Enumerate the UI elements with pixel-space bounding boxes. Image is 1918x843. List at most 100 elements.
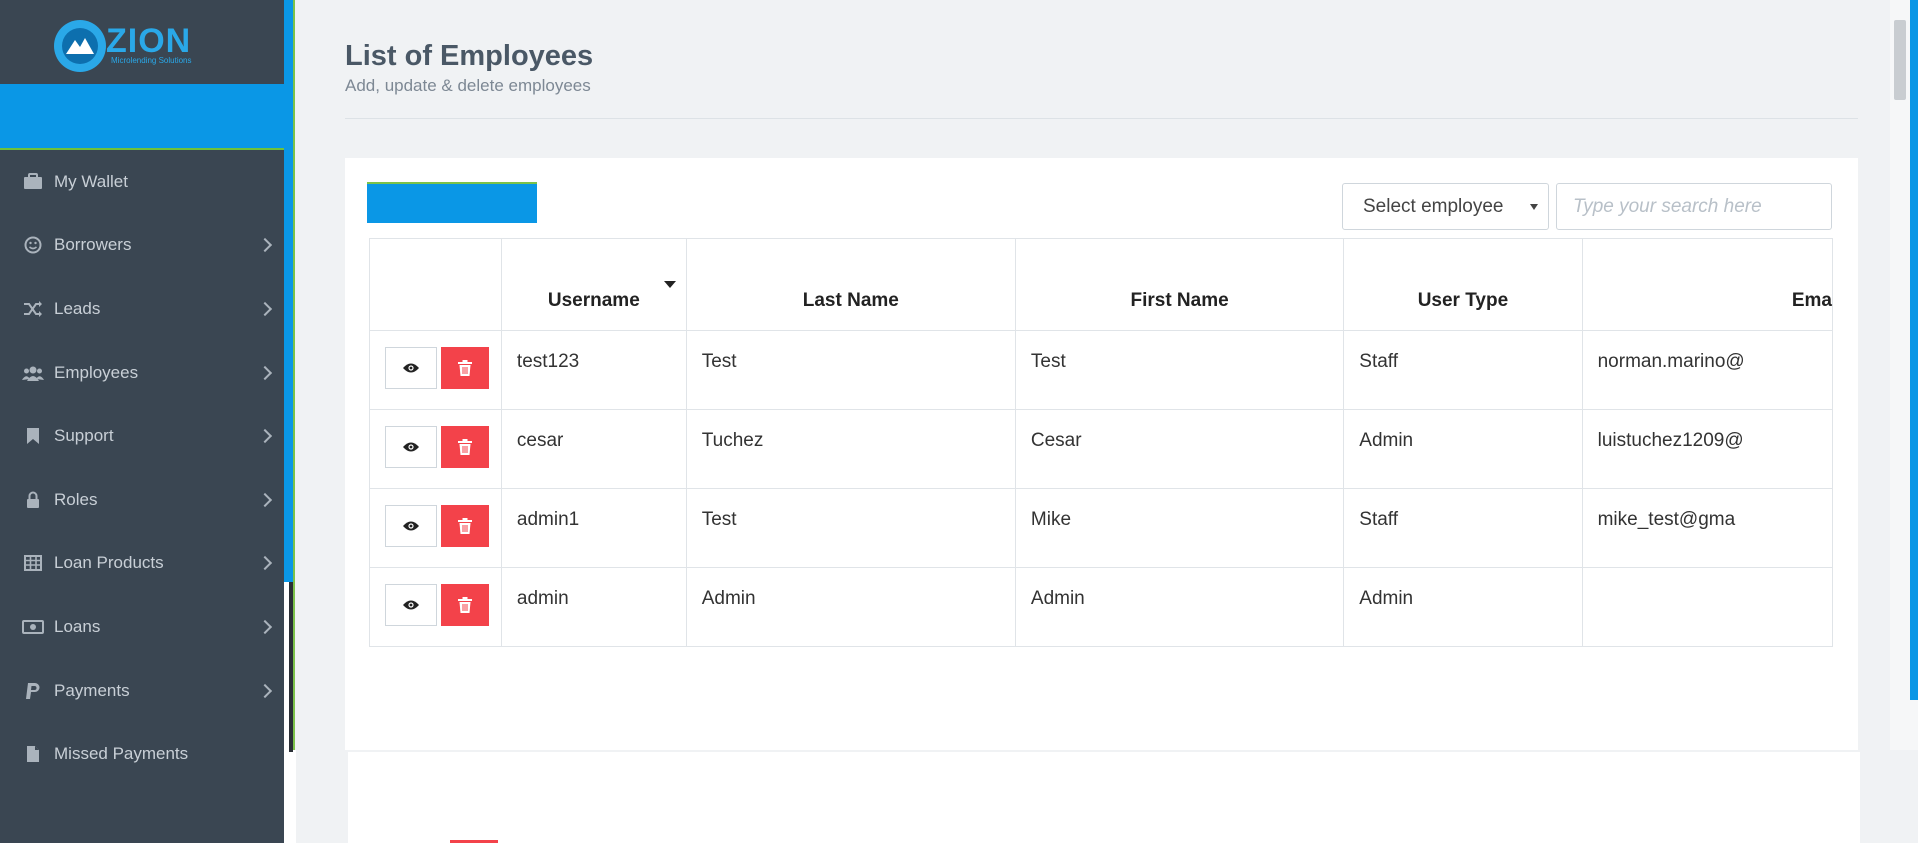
- column-header-last-name[interactable]: Last Name: [685, 238, 1016, 331]
- row-actions: [369, 488, 502, 568]
- sidebar-item-label: Loans: [54, 616, 101, 636]
- logo-subtitle: Microlending Solutions: [111, 56, 192, 65]
- cell-email: mike_test@gma: [1581, 488, 1833, 568]
- chevron-right-icon: [257, 619, 273, 635]
- chevron-right-icon: [257, 429, 273, 444]
- sidebar-item-missed-payments[interactable]: Missed Payments: [0, 722, 284, 786]
- trash-icon: [458, 439, 472, 455]
- main-content: List of Employees Add, update & delete e…: [293, 0, 1890, 750]
- cell-email: norman.marino@: [1581, 330, 1833, 410]
- sidebar-item-support[interactable]: Support: [0, 404, 284, 468]
- eye-icon: [403, 521, 419, 531]
- lock-icon: [22, 491, 44, 509]
- sidebar-item-roles[interactable]: Roles: [0, 468, 284, 532]
- shuffle-icon: [22, 300, 44, 318]
- sidebar-nav: My Wallet Borrowers Leads Employees Supp…: [0, 150, 284, 786]
- cell-last-name: Admin: [685, 567, 1016, 647]
- employee-select-value: Select employee: [1363, 196, 1504, 217]
- sort-desc-icon[interactable]: [663, 281, 676, 288]
- column-header-username[interactable]: Username: [500, 238, 687, 331]
- sidebar-item-payments[interactable]: Payments: [0, 659, 284, 723]
- row-actions: [369, 409, 502, 489]
- cell-username: test123: [500, 330, 687, 410]
- cell-first-name: Test: [1014, 330, 1345, 410]
- cell-username: admin: [500, 567, 687, 647]
- smiley-icon: [22, 236, 44, 254]
- column-header-label: Username: [547, 290, 640, 311]
- cell-last-name: Test: [685, 488, 1016, 568]
- sidebar-item-leads[interactable]: Leads: [0, 277, 284, 341]
- money-icon: [22, 618, 44, 636]
- lower-card: [348, 752, 1860, 843]
- sidebar-item-my-wallet[interactable]: My Wallet: [0, 150, 284, 214]
- sidebar-item-label: Borrowers: [54, 235, 132, 255]
- cell-username: admin1: [500, 488, 687, 568]
- column-header-actions: [369, 238, 502, 331]
- sidebar: ZION Microlending Solutions My Wallet Bo…: [0, 0, 284, 843]
- cell-last-name: Tuchez: [685, 409, 1016, 489]
- row-actions: [369, 567, 502, 647]
- cell-user-type: Staff: [1343, 330, 1583, 410]
- cell-last-name: Test: [685, 330, 1016, 410]
- cell-user-type: Admin: [1343, 567, 1583, 647]
- eye-icon: [403, 600, 419, 610]
- sidebar-item-label: Missed Payments: [54, 744, 189, 764]
- table-row: admin Admin Admin Admin: [369, 567, 1833, 647]
- sidebar-item-label: Employees: [54, 362, 139, 382]
- chevron-right-icon: [257, 492, 273, 507]
- search-placeholder: Type your search here: [1573, 196, 1762, 217]
- sidebar-item-employees[interactable]: Employees: [0, 341, 284, 405]
- view-button[interactable]: [385, 347, 437, 389]
- search-input[interactable]: Type your search here: [1556, 183, 1832, 230]
- sidebar-item-loans[interactable]: Loans: [0, 595, 284, 659]
- scrollbar-thumb[interactable]: [1894, 20, 1906, 100]
- cell-first-name: Cesar: [1014, 409, 1345, 489]
- view-button[interactable]: [385, 584, 437, 626]
- sidebar-user-band: [0, 84, 284, 150]
- delete-button[interactable]: [441, 505, 489, 547]
- add-employee-button[interactable]: [367, 182, 537, 223]
- column-header-email[interactable]: Ema: [1581, 238, 1833, 331]
- page-scrollbar[interactable]: [1890, 0, 1918, 750]
- sidebar-item-label: Support: [54, 426, 114, 446]
- cell-first-name: Mike: [1014, 488, 1345, 568]
- view-button[interactable]: [385, 505, 437, 547]
- chevron-right-icon: [257, 238, 273, 253]
- delete-button[interactable]: [441, 426, 489, 468]
- chevron-right-icon: [257, 365, 273, 380]
- delete-button[interactable]: [441, 347, 489, 389]
- cell-user-type: Staff: [1343, 488, 1583, 568]
- chevron-right-icon: [257, 301, 273, 317]
- file-icon: [22, 745, 44, 763]
- paypal-icon: [22, 682, 44, 700]
- trash-icon: [458, 597, 472, 613]
- row-actions: [369, 330, 502, 410]
- logo[interactable]: ZION Microlending Solutions: [0, 0, 284, 84]
- table-icon: [22, 554, 44, 572]
- sidebar-item-label: Payments: [54, 680, 130, 700]
- sidebar-item-label: My Wallet: [54, 171, 128, 191]
- sidebar-item-borrowers[interactable]: Borrowers: [0, 214, 284, 278]
- column-header-first-name[interactable]: First Name: [1014, 238, 1345, 331]
- trash-icon: [458, 360, 472, 376]
- trash-icon: [458, 518, 472, 534]
- delete-button[interactable]: [441, 584, 489, 626]
- employee-select[interactable]: Select employee: [1342, 183, 1549, 230]
- cell-first-name: Admin: [1014, 567, 1345, 647]
- scrollbar-accent: [1910, 0, 1918, 700]
- employees-table-container: Username Last Name First Name User Type …: [369, 238, 1833, 648]
- table-row: cesar Tuchez Cesar Admin luistuchez1209@: [369, 409, 1833, 489]
- sidebar-item-label: Leads: [54, 298, 101, 318]
- cell-user-type: Admin: [1343, 409, 1583, 489]
- title-divider: [345, 118, 1858, 119]
- chevron-right-icon: [257, 683, 273, 698]
- sidebar-item-label: Roles: [54, 489, 98, 509]
- page-subtitle: Add, update & delete employees: [345, 76, 591, 95]
- bookmark-icon: [22, 427, 44, 445]
- view-button[interactable]: [385, 426, 437, 468]
- cell-username: cesar: [500, 409, 687, 489]
- table-row: admin1 Test Mike Staff mike_test@gma: [369, 488, 1833, 568]
- sidebar-item-loan-products[interactable]: Loan Products: [0, 532, 284, 596]
- column-header-user-type[interactable]: User Type: [1343, 238, 1583, 331]
- cell-email: luistuchez1209@: [1581, 409, 1833, 489]
